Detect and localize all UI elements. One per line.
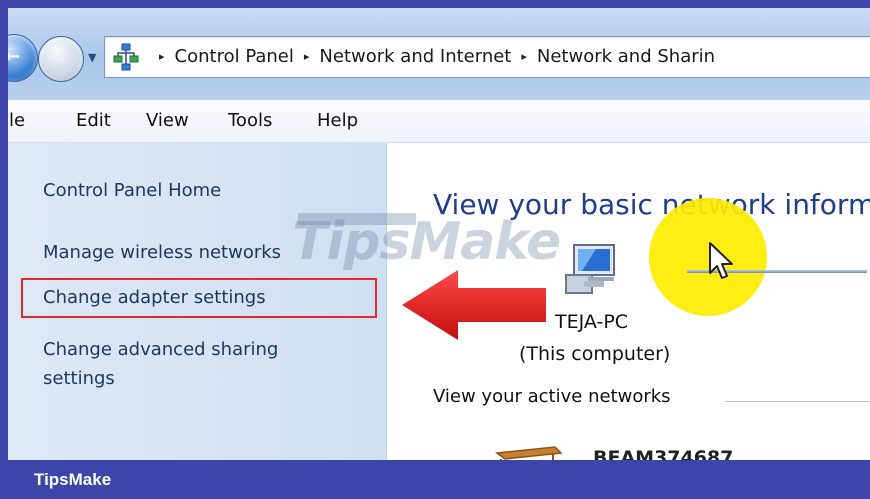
menu-edit[interactable]: Edit (76, 100, 111, 142)
menu-tools[interactable]: Tools (228, 100, 272, 142)
explorer-window: ← → ▼ ▸ Control Panel ▸ Network and Interne… (8, 8, 870, 460)
manage-wireless-link[interactable]: Manage wireless networks (43, 239, 281, 266)
brand-bar: TipsMake (0, 460, 870, 499)
back-arrow-icon: ← (8, 46, 21, 67)
breadcrumb-separator[interactable]: ▸ (521, 50, 527, 63)
history-dropdown-icon[interactable]: ▼ (88, 51, 96, 64)
forward-button[interactable]: → (38, 36, 84, 82)
section-divider (725, 401, 870, 402)
menu-file[interactable]: ile (8, 100, 25, 142)
computer-name: TEJA-PC (555, 311, 629, 333)
breadcrumb-separator: ▸ (159, 50, 165, 63)
computer-subtitle: (This computer) (519, 343, 671, 365)
active-networks-heading: View your active networks (433, 386, 671, 407)
network-bench-icon (495, 446, 563, 460)
brand-label: TipsMake (34, 470, 112, 489)
control-panel-home-link[interactable]: Control Panel Home (43, 177, 221, 204)
advanced-sharing-link-line1[interactable]: Change advanced sharing (43, 336, 278, 363)
mouse-cursor-icon (709, 242, 733, 279)
breadcrumb-item-control-panel[interactable]: Control Panel (175, 46, 294, 67)
breadcrumb-item-network-sharing[interactable]: Network and Sharin (537, 46, 715, 67)
breadcrumb: ▸ Control Panel ▸ Network and Internet ▸ Netw… (149, 37, 715, 77)
menu-help[interactable]: Help (317, 100, 358, 142)
computer-icon[interactable] (562, 241, 620, 299)
breadcrumb-item-network-internet[interactable]: Network and Internet (319, 46, 511, 67)
watermark: TipsMake (292, 212, 561, 272)
back-button[interactable]: ← (8, 34, 38, 82)
task-pane: Control Panel Home Manage wireless netwo… (8, 143, 387, 460)
network-icon (113, 43, 139, 71)
address-field[interactable]: ▸ Control Panel ▸ Network and Internet ▸ Netw… (104, 36, 870, 78)
menu-view[interactable]: View (146, 100, 189, 142)
menu-bar: ile Edit View Tools Help (8, 100, 870, 143)
breadcrumb-separator[interactable]: ▸ (304, 50, 310, 63)
network-name[interactable]: BEAM374687 (593, 447, 733, 460)
forward-arrow-icon: → (51, 48, 67, 69)
change-adapter-link[interactable]: Change adapter settings (43, 284, 266, 311)
address-bar-area: ← → ▼ ▸ Control Panel ▸ Network and Interne… (8, 8, 870, 100)
advanced-sharing-link-line2[interactable]: settings (43, 365, 115, 392)
red-arrow-icon (402, 270, 546, 340)
